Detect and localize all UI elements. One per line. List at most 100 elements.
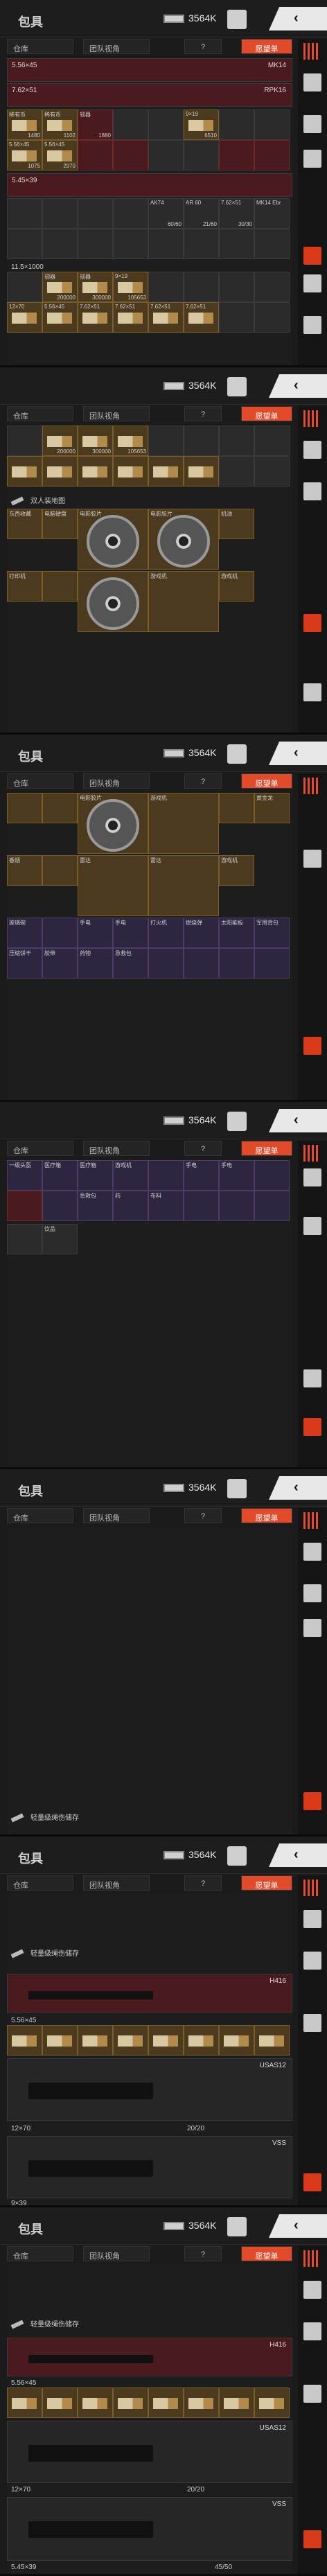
tab-team[interactable]: 团队视角 [83,2246,150,2261]
item-cell[interactable]: 电脑硬盘 [42,509,78,539]
item-cell[interactable] [78,456,113,487]
item-cell[interactable] [113,229,148,259]
stats-icon[interactable] [227,744,247,764]
wishlist-button[interactable]: 愿望单 [241,1875,292,1891]
item-cell[interactable]: AR 60 21/60 [184,198,219,229]
item-cell[interactable]: 5.56×45 1075 [7,140,42,170]
item-cell[interactable] [219,2025,254,2056]
item-cell[interactable]: 游戏机 [219,571,254,602]
box-icon[interactable] [303,150,321,168]
tab-team[interactable]: 团队视角 [83,1875,150,1891]
item-cell[interactable]: 军用背包 [254,918,290,948]
item-cell[interactable]: 医疗箱 [78,1160,113,1191]
item-cell[interactable]: 急救包 [78,1191,113,1221]
item-cell[interactable] [219,456,254,487]
item-cell[interactable] [254,272,290,302]
item-cell[interactable] [7,272,42,302]
backpack-icon[interactable] [303,247,321,265]
item-cell[interactable] [254,109,290,140]
item-cell[interactable] [254,1191,290,1221]
item-cell[interactable] [184,948,219,979]
tab-storage[interactable]: 仓库 [7,1875,73,1891]
wishlist-button[interactable]: 愿望单 [241,39,292,54]
item-cell[interactable] [7,229,42,259]
home-icon[interactable] [303,73,321,91]
back-button[interactable]: ‹ [269,1476,327,1500]
item-cell[interactable] [148,948,184,979]
item-cell[interactable] [219,2387,254,2418]
item-cell[interactable]: 300000 [78,426,113,456]
home-icon[interactable] [303,1168,321,1186]
item-cell[interactable]: 9×19 105653 [113,272,148,302]
item-cell[interactable] [148,426,184,456]
item-cell[interactable] [7,2387,42,2418]
item-cell[interactable] [219,1191,254,1221]
dice-icon[interactable] [303,1584,321,1602]
item-cell[interactable]: 东西收藏 [7,509,42,539]
item-cell[interactable] [78,571,148,632]
stats-icon[interactable] [227,2217,247,2236]
home-icon[interactable] [303,2281,321,2299]
help-button[interactable]: ? [184,773,222,789]
backpack-icon[interactable] [303,1418,321,1436]
item-cell[interactable]: 手电 [184,1160,219,1191]
wishlist-button[interactable]: 愿望单 [241,1508,292,1523]
item-cell[interactable]: 5.56×45 [42,302,78,333]
item-cell[interactable] [42,855,78,886]
item-cell[interactable] [42,793,78,823]
menu-dots-icon[interactable] [303,43,320,60]
item-cell[interactable] [219,948,254,979]
item-cell[interactable] [7,456,42,487]
back-button[interactable]: ‹ [269,2214,327,2238]
item-cell[interactable]: 药物 [78,948,113,979]
back-button[interactable]: ‹ [269,1843,327,1867]
item-cell[interactable]: 韧器 200000 [42,272,78,302]
item-cell[interactable] [42,198,78,229]
item-cell[interactable]: 游戏机 [113,1160,148,1191]
item-cell[interactable]: 一级头盔 [7,1160,42,1191]
weapon-row[interactable]: USAS12 [7,2058,292,2121]
item-cell[interactable] [78,2387,113,2418]
item-cell[interactable]: 胶带 [42,948,78,979]
box-icon[interactable] [303,1619,321,1637]
item-cell[interactable]: 7.62×51 [78,302,113,333]
item-cell[interactable] [148,229,184,259]
item-cell[interactable] [219,793,254,823]
item-cell[interactable] [148,272,184,302]
item-cell[interactable]: 7.62×51 [184,302,219,333]
dice-icon[interactable] [303,482,321,500]
item-cell[interactable]: 香烟 [7,855,42,886]
item-cell[interactable] [219,140,254,170]
item-cell[interactable] [254,140,290,170]
item-cell[interactable] [7,1191,42,1221]
item-cell[interactable] [219,272,254,302]
item-cell[interactable]: 压缩饼干 [7,948,42,979]
item-cell[interactable]: 手电 [219,1160,254,1191]
home-icon[interactable] [303,1910,321,1928]
item-cell[interactable]: 5.56×45 2970 [42,140,78,170]
home-icon[interactable] [303,1543,321,1561]
weapon-row[interactable]: 7.62×51 RPK16 [7,83,292,107]
item-cell[interactable] [7,2025,42,2056]
menu-dots-icon[interactable] [303,1512,320,1529]
item-cell[interactable] [113,140,148,170]
tab-storage[interactable]: 仓库 [7,773,73,789]
item-cell[interactable] [42,2387,78,2418]
item-cell[interactable] [254,426,290,456]
item-cell[interactable]: 太阳能板 [219,918,254,948]
home-icon[interactable] [303,441,321,459]
wishlist-button[interactable]: 愿望单 [241,773,292,789]
item-cell[interactable] [7,793,42,823]
item-cell[interactable]: 游戏机 [219,855,254,886]
item-cell[interactable]: 游戏机 [148,571,219,632]
tab-storage[interactable]: 仓库 [7,39,73,54]
item-cell[interactable]: 7.62×51 30/30 [219,198,254,229]
item-cell[interactable]: 药 [113,1191,148,1221]
tab-storage[interactable]: 仓库 [7,1508,73,1523]
item-cell[interactable] [42,571,78,602]
item-cell[interactable]: 机油 [219,509,254,539]
weapon-row[interactable]: H416 [7,2338,292,2376]
wishlist-button[interactable]: 愿望单 [241,1141,292,1156]
item-cell[interactable]: 急救包 [113,948,148,979]
item-cell[interactable] [254,2025,290,2056]
